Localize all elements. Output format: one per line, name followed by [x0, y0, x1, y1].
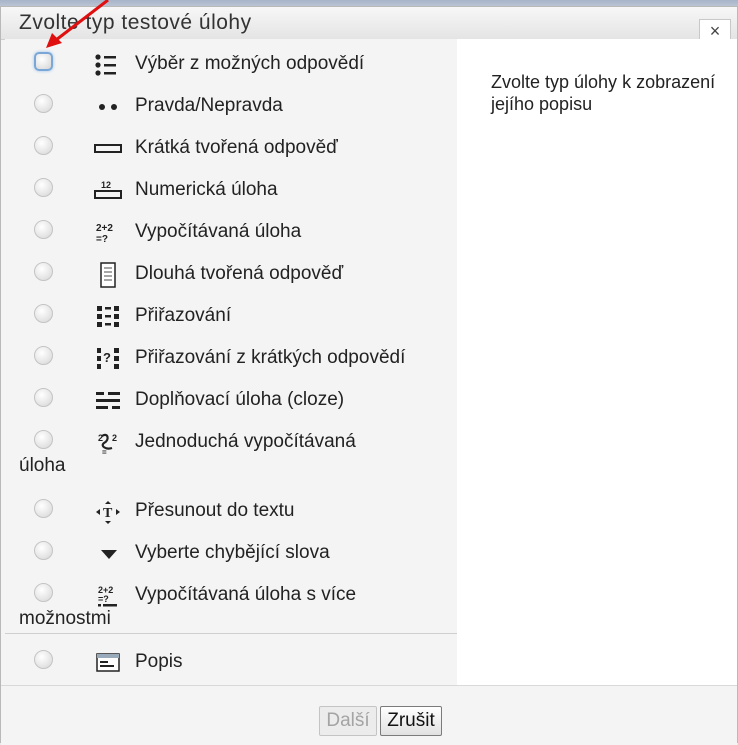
option-label: Popis — [135, 651, 183, 672]
next-button[interactable]: Další — [319, 706, 377, 736]
radio-matching[interactable] — [34, 304, 53, 323]
option-label: Doplňovací úloha (cloze) — [135, 389, 345, 410]
svg-text:=?: =? — [98, 594, 109, 604]
calculatedsimple-icon: 2 2 = — [98, 433, 117, 456]
option-label: Výběr z možných odpovědí — [135, 53, 365, 74]
option-label: Vypočítávaná úloha — [135, 221, 302, 242]
option-label: Krátká tvořená odpověď — [135, 137, 338, 158]
cloze-icon — [96, 392, 120, 409]
radio-calculatedmulti[interactable] — [34, 583, 53, 602]
radio-numerical[interactable] — [34, 178, 53, 197]
calculatedmulti-icon: 2+2 =? — [98, 585, 117, 607]
option-label: Numerická úloha — [135, 179, 278, 200]
option-label: Vypočítávaná úloha s více — [135, 584, 357, 605]
svg-text:12: 12 — [101, 180, 111, 190]
svg-text:?: ? — [103, 350, 111, 365]
radio-essay[interactable] — [34, 262, 53, 281]
shortanswer-icon — [94, 144, 122, 153]
option-label: Jednoduchá vypočítávaná — [135, 431, 356, 452]
radio-cloze[interactable] — [34, 388, 53, 407]
essay-icon — [100, 262, 116, 288]
option-calculatedmulti[interactable]: 2+2 =? Vypočítávaná úloha s více možnost… — [5, 583, 455, 633]
option-label: Dlouhá tvořená odpověď — [135, 263, 344, 284]
svg-text:=: = — [102, 448, 107, 456]
ddwtos-icon: T — [96, 501, 120, 524]
options-divider — [5, 633, 457, 634]
gapselect-icon — [101, 550, 117, 559]
option-label: Přiřazování — [135, 305, 232, 326]
radio-shortanswer[interactable] — [34, 136, 53, 155]
svg-text:=?: =? — [96, 234, 108, 245]
svg-text:2+2: 2+2 — [96, 223, 113, 234]
radio-gapselect[interactable] — [34, 541, 53, 560]
svg-text:T: T — [103, 506, 113, 521]
randomsamatch-icon: ? — [97, 348, 119, 369]
radio-randomsamatch[interactable] — [34, 346, 53, 365]
svg-text:2: 2 — [112, 433, 117, 443]
dialog-footer: Další Zrušit — [1, 685, 737, 745]
radio-ddwtos[interactable] — [34, 499, 53, 518]
radio-calculatedsimple[interactable] — [34, 430, 53, 449]
radio-calculated[interactable] — [34, 220, 53, 239]
option-label-continuation: úloha — [19, 455, 66, 476]
dialog-titlebar: Zvolte typ testové úlohy × — [1, 7, 737, 42]
option-calculatedsimple[interactable]: 2 2 = Jednoduchá vypočítávaná úloha — [5, 430, 455, 480]
cancel-button[interactable]: Zrušit — [380, 706, 442, 736]
description-icon — [96, 653, 120, 672]
description-pane: Zvolte typ úlohy k zobrazení jejího popi… — [457, 39, 737, 685]
matching-icon — [97, 306, 119, 327]
description-text: Zvolte typ úlohy k zobrazení jejího popi… — [491, 72, 716, 114]
calculated-icon: 2+2 =? — [96, 223, 113, 245]
radio-description[interactable] — [34, 650, 53, 669]
numerical-icon: 12 — [94, 180, 122, 199]
option-label: Přiřazování z krátkých odpovědí — [135, 347, 406, 368]
question-type-dialog: Zvolte typ testové úlohy × Výběr z možný… — [0, 6, 738, 745]
option-label-continuation: možnostmi — [19, 608, 111, 629]
option-label: Pravda/Nepravda — [135, 95, 283, 116]
radio-multichoice[interactable] — [34, 52, 53, 71]
radio-truefalse[interactable] — [34, 94, 53, 113]
dialog-title: Zvolte typ testové úlohy — [19, 11, 252, 34]
multichoice-icon — [95, 54, 116, 76]
option-label: Vyberte chybějící slova — [135, 542, 330, 563]
truefalse-icon — [99, 104, 117, 110]
option-label: Přesunout do textu — [135, 500, 295, 521]
svg-text:2: 2 — [98, 433, 103, 443]
